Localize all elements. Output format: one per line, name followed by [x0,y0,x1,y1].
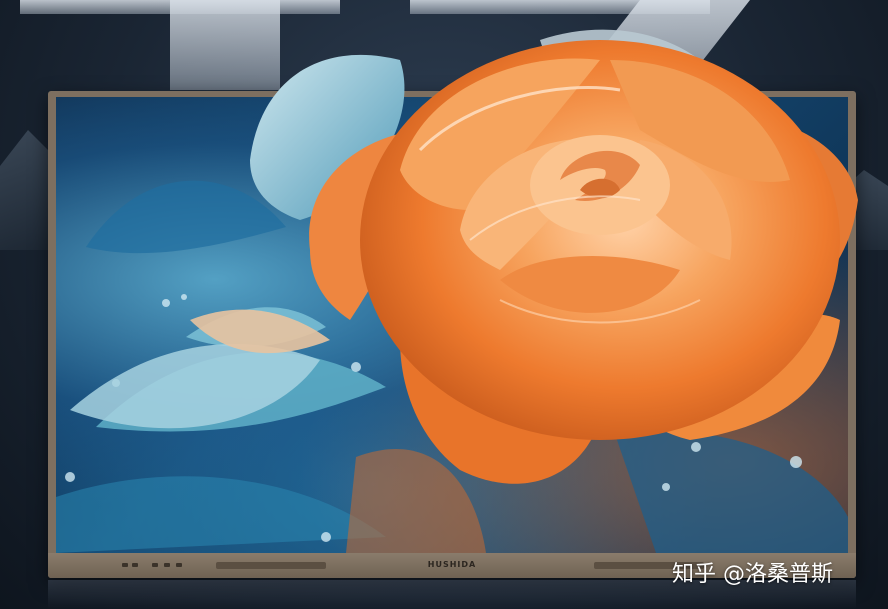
water-droplet [65,472,75,482]
background-glyph-stem [170,0,280,90]
water-droplet [181,294,187,300]
orange-swirl [346,449,486,553]
water-droplet [321,532,331,542]
teal-petal [86,180,286,254]
water-droplet [162,299,170,307]
display-monitor: HUSHIDA [48,91,856,578]
water-droplet [691,442,701,452]
water-droplet [790,456,802,468]
screen-artwork [56,180,848,553]
watermark-text: 知乎 @洛桑普斯 [672,562,833,587]
teal-petal [616,431,848,553]
teal-petal [56,476,386,553]
teal-petal [186,307,326,348]
product-photo-scene: HUSHIDA 知乎 @洛桑普斯 [0,0,888,609]
water-droplet [351,362,361,372]
teal-petal [96,352,386,432]
water-droplet [662,483,670,491]
monitor-screen [56,97,848,553]
water-droplet [112,379,120,387]
